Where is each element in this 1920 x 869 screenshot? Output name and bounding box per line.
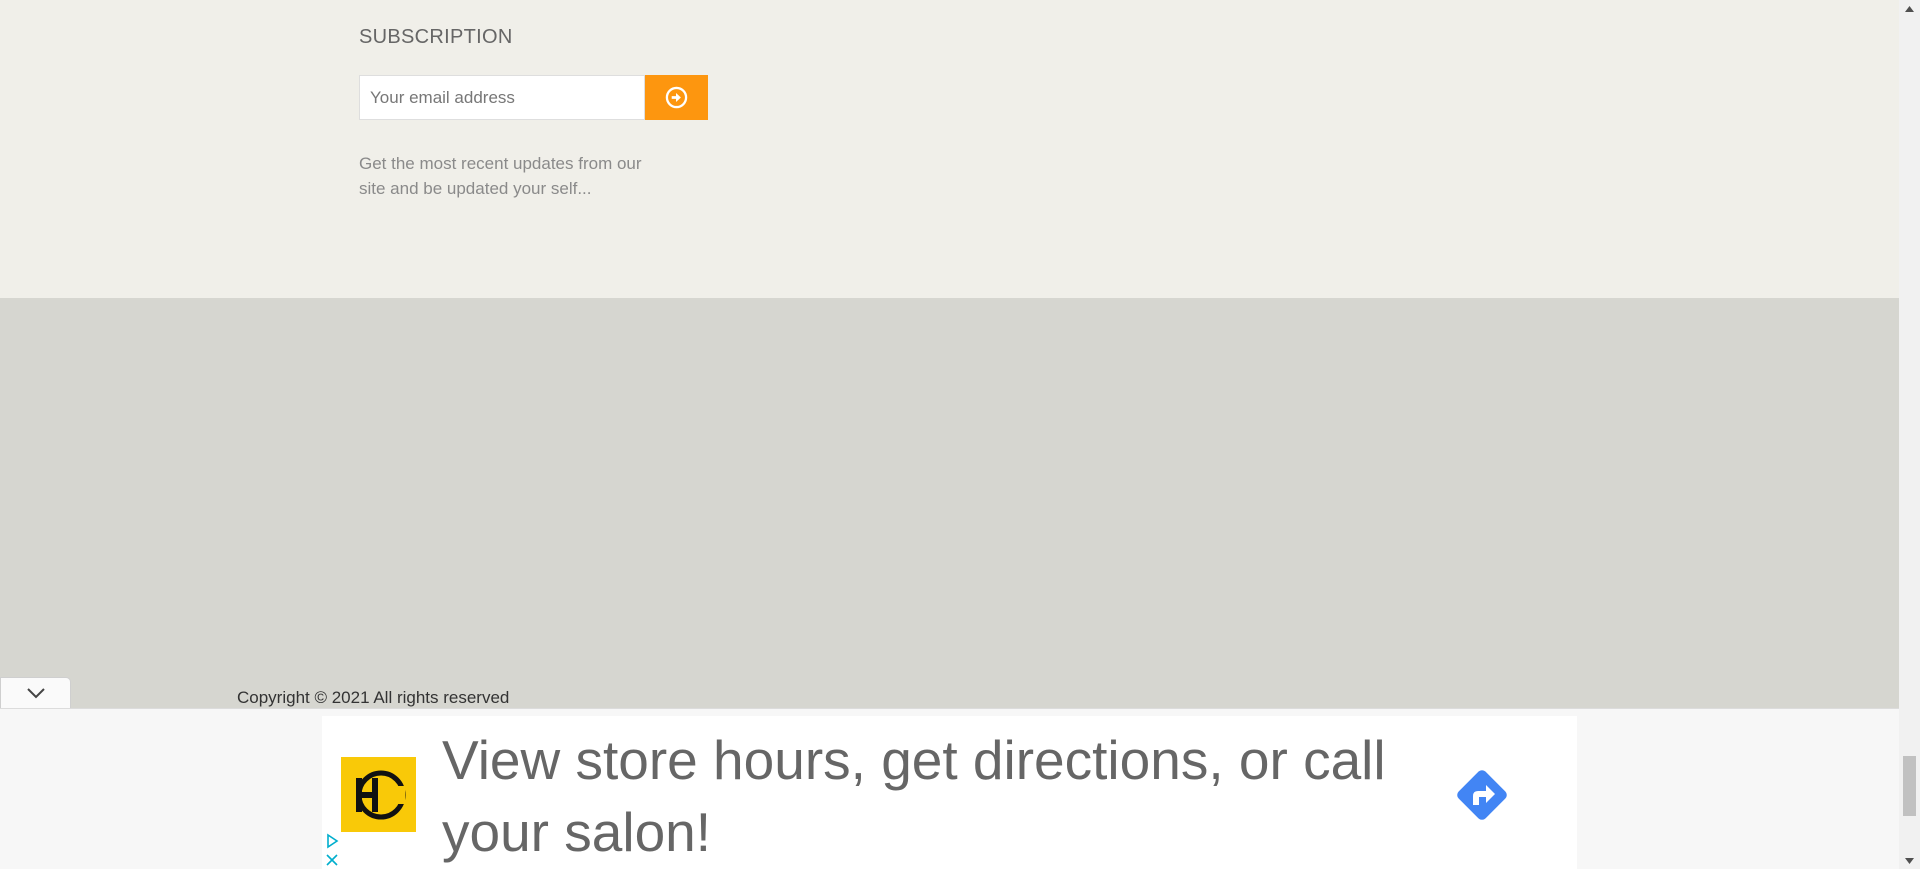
collapse-ad-button[interactable] (0, 677, 71, 708)
advertiser-logo[interactable] (341, 757, 416, 832)
subscription-form (359, 75, 708, 120)
directions-button[interactable] (1444, 757, 1519, 832)
email-input[interactable] (359, 75, 645, 120)
subscription-title: SUBSCRIPTION (359, 26, 513, 48)
close-icon[interactable] (324, 852, 340, 868)
copyright-text: Copyright © 2021 All rights reserved (237, 688, 510, 707)
ad-card[interactable]: View store hours, get directions, or cal… (322, 716, 1577, 869)
footer-background (0, 298, 1899, 708)
subscription-description: Get the most recent updates from our sit… (359, 154, 642, 198)
directions-icon (1456, 769, 1507, 820)
subscribe-button[interactable] (645, 75, 708, 120)
page: SUBSCRIPTION Get the most recent updates… (0, 0, 1920, 869)
arrow-circle-right-icon (665, 86, 688, 109)
ad-headline[interactable]: View store hours, get directions, or cal… (442, 724, 1402, 868)
scroll-up-arrow[interactable] (1899, 0, 1920, 17)
triangle-down-icon (1905, 857, 1914, 864)
scrollbar-thumb[interactable] (1903, 756, 1916, 816)
triangle-up-icon (1905, 5, 1914, 12)
hc-logo-icon (355, 770, 405, 819)
chevron-down-icon (26, 688, 45, 699)
adchoices-icon[interactable] (324, 833, 340, 849)
scroll-down-arrow[interactable] (1899, 852, 1920, 869)
ad-choices (324, 833, 340, 869)
vertical-scrollbar[interactable] (1899, 0, 1920, 869)
subscription-section: SUBSCRIPTION Get the most recent updates… (0, 0, 1899, 298)
ad-banner: View store hours, get directions, or cal… (0, 708, 1899, 869)
